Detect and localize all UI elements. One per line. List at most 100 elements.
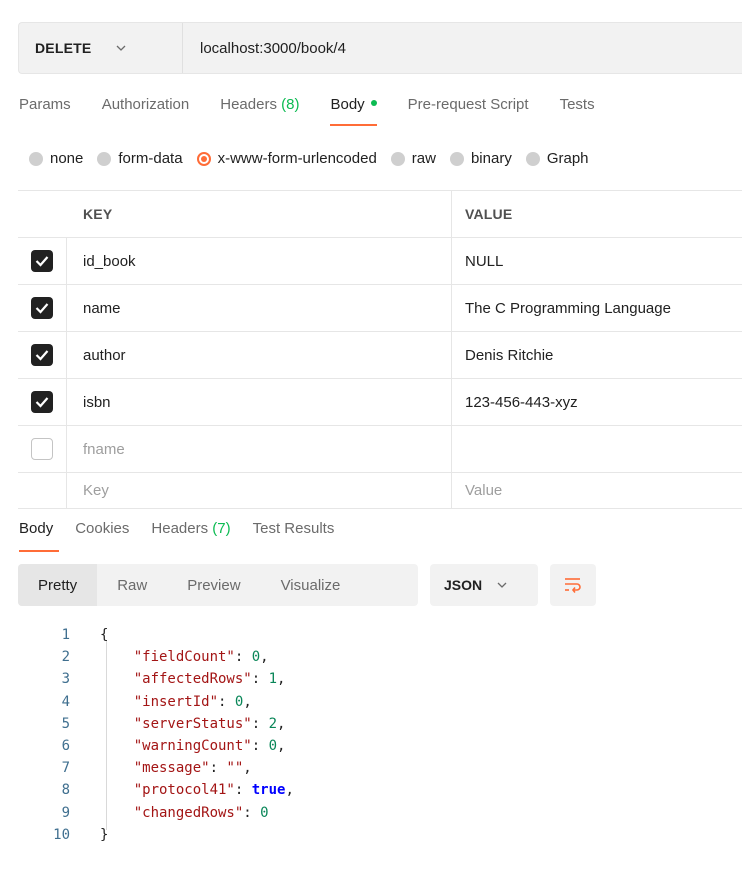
method-select[interactable]: DELETE — [19, 23, 183, 73]
code-token: } — [100, 826, 109, 843]
body-type-x-www-form-urlencoded[interactable]: x-www-form-urlencoded — [196, 150, 377, 167]
code-token: "protocol41" — [100, 782, 235, 799]
code-line: 5 "serverStatus": 2, — [30, 713, 294, 735]
url-input[interactable]: localhost:3000/book/4 — [183, 40, 346, 57]
radio-icon — [97, 151, 112, 166]
row-checkbox-cell — [18, 332, 67, 378]
view-mode-group: Pretty Raw Preview Visualize — [18, 564, 418, 606]
chevron-down-icon — [497, 582, 507, 588]
code-line: 6 "warningCount": 0, — [30, 735, 294, 757]
new-value-input[interactable]: Value — [452, 473, 742, 508]
tab-params[interactable]: Params — [19, 96, 71, 126]
row-checkbox[interactable] — [31, 297, 53, 319]
row-checkbox-cell — [18, 426, 67, 472]
table-header: KEY VALUE — [18, 191, 742, 238]
body-type-none[interactable]: none — [29, 150, 83, 167]
code-token: 0 — [234, 693, 244, 710]
code-token: "affectedRows" — [100, 671, 252, 688]
format-label: JSON — [444, 577, 483, 593]
checkmark-icon — [35, 256, 49, 267]
new-key-input[interactable]: Key — [67, 473, 452, 508]
code-token: : — [218, 693, 235, 710]
radio-label: none — [50, 150, 84, 167]
code-token: "message" — [100, 760, 210, 777]
row-value[interactable]: NULL — [452, 238, 742, 284]
row-key[interactable]: isbn — [67, 379, 452, 425]
body-type-graph[interactable]: Graph — [525, 150, 589, 167]
tab-pre-request-script[interactable]: Pre-request Script — [408, 96, 529, 126]
body-type-raw[interactable]: raw — [390, 150, 436, 167]
format-select[interactable]: JSON — [430, 564, 538, 606]
line-number: 5 — [61, 715, 70, 732]
checkmark-icon — [35, 303, 49, 314]
tab-label: Authorization — [101, 96, 190, 113]
tab-tests[interactable]: Tests — [560, 96, 595, 126]
tab-count-badge: (7) — [212, 520, 231, 537]
code-token: : — [251, 715, 269, 732]
method-label: DELETE — [35, 40, 92, 56]
code-token: , — [277, 671, 286, 688]
row-value[interactable] — [452, 426, 742, 472]
new-row: Key Value — [18, 473, 742, 509]
row-checkbox[interactable] — [31, 344, 53, 366]
code-token: : — [234, 649, 252, 666]
tab-body[interactable]: Body — [330, 96, 377, 126]
response-tab-cookies[interactable]: Cookies — [75, 520, 129, 552]
code-token: { — [100, 627, 109, 644]
row-value[interactable]: The C Programming Language — [452, 285, 742, 331]
code-token: "fieldCount" — [100, 649, 235, 666]
row-key[interactable]: author — [67, 332, 452, 378]
row-value[interactable]: 123-456-443-xyz — [452, 379, 742, 425]
row-checkbox[interactable] — [31, 391, 53, 413]
row-key[interactable]: name — [67, 285, 452, 331]
chevron-down-icon — [116, 45, 126, 51]
line-number: 1 — [61, 627, 70, 644]
code-token: "changedRows" — [100, 804, 244, 821]
row-value[interactable]: Denis Ritchie — [452, 332, 742, 378]
code-token: 2 — [268, 715, 278, 732]
code-token: , — [260, 649, 269, 666]
response-tab-body[interactable]: Body — [19, 520, 60, 552]
table-row: name The C Programming Language — [18, 285, 742, 332]
tab-label: Body — [330, 96, 365, 113]
code-token: 0 — [251, 649, 261, 666]
code-token: : — [209, 760, 227, 777]
code-line: 2 "fieldCount": 0, — [30, 646, 294, 668]
response-tab-test-results[interactable]: Test Results — [253, 520, 335, 552]
request-tabs: Params Authorization Headers (8) Body Pre-re… — [19, 96, 626, 126]
row-key[interactable]: fname — [67, 426, 452, 472]
response-view-bar: Pretty Raw Preview Visualize JSON — [18, 564, 596, 606]
body-type-options: none form-data x-www-form-urlencoded raw bin… — [29, 150, 603, 167]
code-token: "warningCount" — [100, 738, 252, 755]
row-key[interactable]: id_book — [67, 238, 452, 284]
radio-label: binary — [470, 150, 512, 167]
code-line: 9 "changedRows": 0 — [30, 802, 294, 824]
tab-label: Tests — [559, 96, 595, 113]
radio-label: raw — [411, 150, 436, 167]
view-mode-raw[interactable]: Raw — [97, 564, 167, 606]
tab-headers[interactable]: Headers (8) — [220, 96, 299, 126]
active-dot-icon — [370, 100, 377, 107]
wrap-lines-button[interactable] — [550, 564, 596, 606]
response-tab-headers[interactable]: Headers (7) — [151, 520, 230, 552]
code-token: 1 — [268, 671, 278, 688]
body-type-form-data[interactable]: form-data — [97, 150, 183, 167]
view-mode-pretty[interactable]: Pretty — [18, 564, 98, 606]
row-checkbox[interactable] — [31, 250, 53, 272]
code-line: 1{ — [30, 624, 294, 646]
body-type-binary[interactable]: binary — [449, 150, 512, 167]
radio-icon — [29, 151, 43, 166]
wrap-lines-icon — [565, 578, 581, 593]
tab-authorization[interactable]: Authorization — [102, 96, 190, 126]
code-line: 7 "message": "", — [30, 757, 294, 779]
row-checkbox[interactable] — [31, 438, 53, 460]
radio-label: Graph — [546, 150, 589, 167]
line-number: 6 — [61, 738, 70, 755]
radio-icon — [390, 151, 405, 166]
tab-label: Headers — [151, 520, 209, 537]
view-mode-preview[interactable]: Preview — [167, 564, 260, 606]
request-bar: DELETE localhost:3000/book/4 — [18, 22, 742, 74]
checkmark-icon — [35, 397, 49, 408]
checkmark-icon — [35, 350, 49, 361]
view-mode-visualize[interactable]: Visualize — [261, 564, 361, 606]
